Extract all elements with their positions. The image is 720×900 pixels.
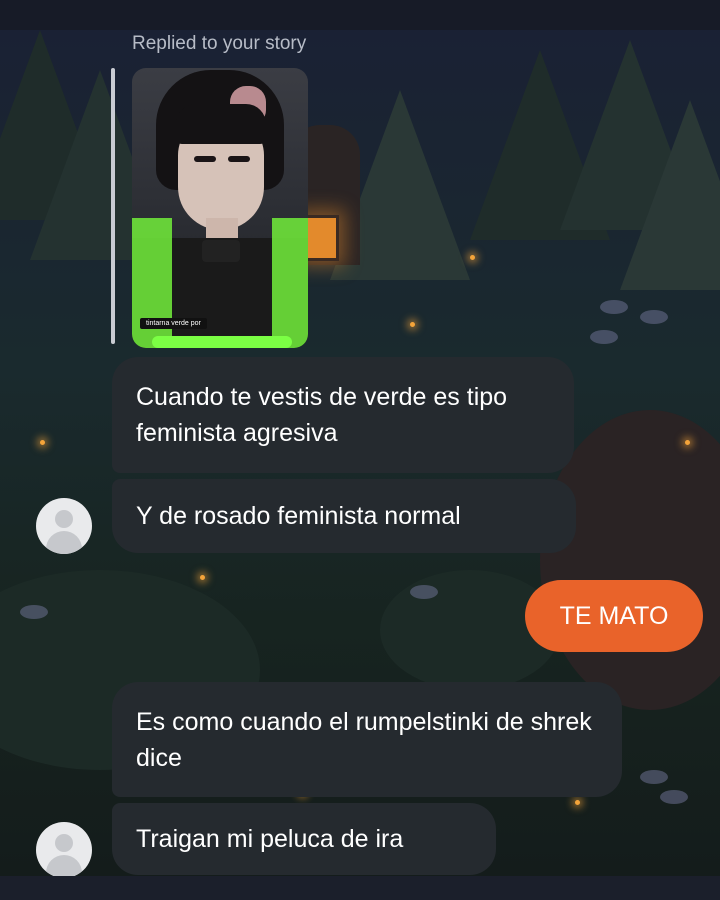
story-photo-choker [202, 240, 240, 262]
message-text: Y de rosado feminista normal [136, 502, 461, 530]
story-caption: tintarna verde por [140, 318, 207, 329]
message-text: TE MATO [559, 602, 669, 630]
firefly-light [40, 440, 45, 445]
message-bubble-incoming[interactable]: Y de rosado feminista normal [112, 479, 576, 553]
firefly-light [470, 255, 475, 260]
message-bubble-incoming[interactable]: Cuando te vestis de verde es tipo femini… [112, 357, 574, 473]
background-flower [660, 790, 688, 804]
story-photo-eye [228, 156, 250, 162]
message-bubble-incoming[interactable]: Es como cuando el rumpelstinki de shrek … [112, 682, 622, 797]
background-flower [640, 310, 668, 324]
status-bar [0, 0, 720, 30]
default-avatar-icon[interactable] [36, 498, 92, 554]
story-reply-label: Replied to your story [132, 33, 307, 54]
background-flower [410, 585, 438, 599]
message-bubble-outgoing[interactable]: TE MATO [525, 580, 703, 652]
message-text: Cuando te vestis de verde es tipo femini… [136, 383, 508, 447]
story-photo-sleeve [272, 218, 308, 348]
firefly-light [575, 800, 580, 805]
story-photo-bangs [176, 104, 266, 144]
background-cabin-window [303, 215, 339, 261]
avatar-body [46, 855, 82, 878]
default-avatar-icon[interactable] [36, 822, 92, 878]
message-text: Traigan mi peluca de ira [136, 825, 404, 853]
firefly-light [685, 440, 690, 445]
background-flower [640, 770, 668, 784]
avatar-head [55, 510, 73, 528]
firefly-light [410, 322, 415, 327]
background-flower [590, 330, 618, 344]
reply-indicator-bar [111, 68, 115, 344]
background-tree [620, 100, 720, 290]
message-text: Es como cuando el rumpelstinki de shrek … [136, 707, 592, 772]
story-photo-eye [194, 156, 216, 162]
firefly-light [200, 575, 205, 580]
message-bubble-incoming[interactable]: Traigan mi peluca de ira [112, 803, 496, 875]
avatar-head [55, 834, 73, 852]
background-flower [20, 605, 48, 619]
story-photo-neon-trim [152, 336, 292, 348]
bottom-bar [0, 876, 720, 900]
story-thumbnail[interactable]: tintarna verde por [132, 68, 308, 348]
avatar-body [46, 531, 82, 554]
background-flower [600, 300, 628, 314]
